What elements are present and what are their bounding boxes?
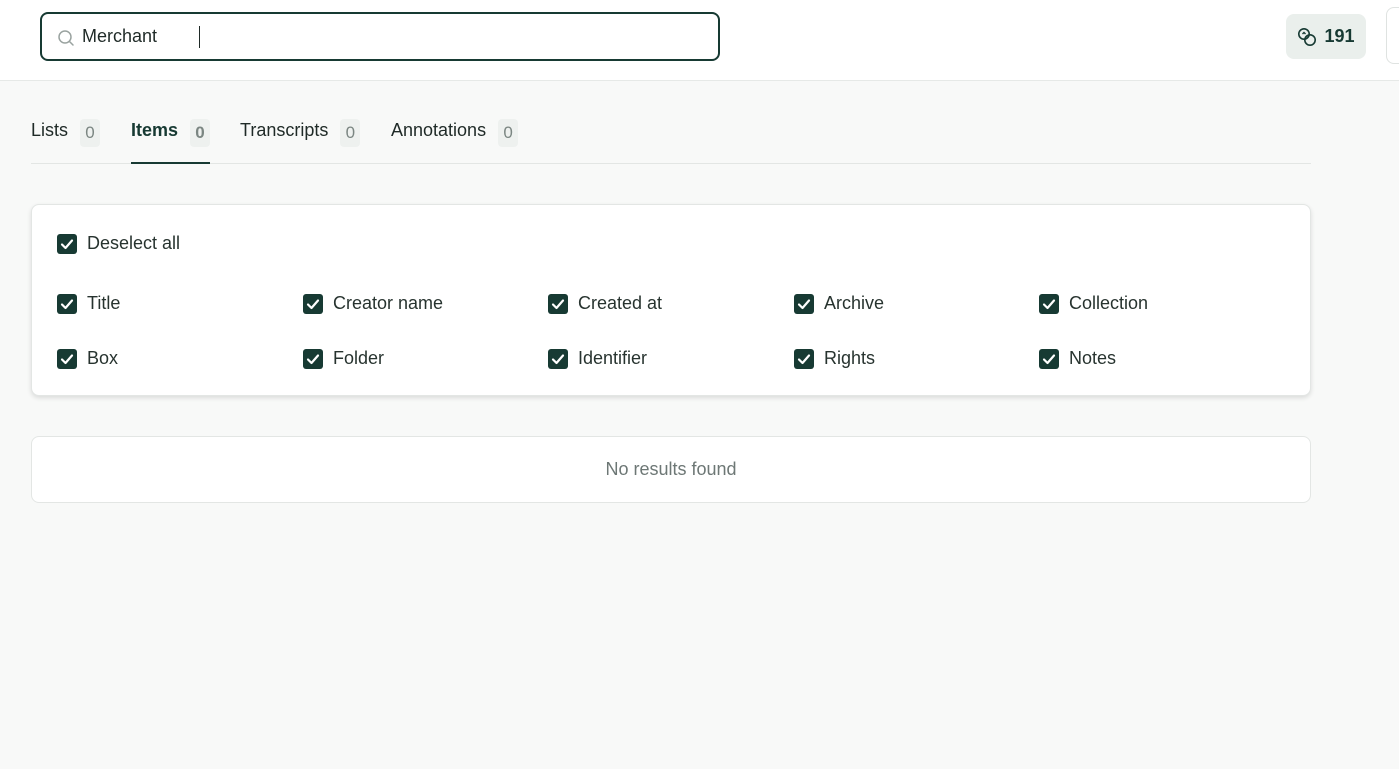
tab-label: Annotations [391,120,487,140]
credits-badge[interactable]: 191 [1286,14,1366,59]
checkbox-checked-icon [57,233,77,254]
search-box[interactable] [40,12,720,61]
tab-transcripts[interactable]: Transcripts 0 [240,100,361,163]
field-checkbox-collection[interactable]: Collection [1039,293,1148,314]
checkbox-label: Collection [1069,293,1149,313]
search-input[interactable] [82,14,702,59]
checkbox-checked-icon [57,293,77,314]
tab-items[interactable]: Items 0 [131,100,211,164]
checkbox-label: Identifier [578,348,648,368]
checkbox-label: Folder [333,348,385,368]
field-checkbox-created-at[interactable]: Created at [548,293,662,314]
field-checkbox-creator-name[interactable]: Creator name [303,293,443,314]
tab-count: 0 [340,118,361,147]
checkbox-label: Notes [1069,348,1117,368]
deselect-all-checkbox[interactable]: Deselect all [57,233,180,254]
search-icon [58,30,74,46]
checkbox-checked-icon [303,348,323,369]
checkbox-checked-icon [548,293,568,314]
field-checkbox-archive[interactable]: Archive [794,293,884,314]
checkbox-label: Creator name [333,293,444,313]
checkbox-label: Rights [824,348,876,368]
field-checkbox-rights[interactable]: Rights [794,348,875,369]
text-caret [199,26,200,48]
account-button[interactable] [1386,7,1399,64]
checkbox-label: Title [87,293,121,313]
results-panel: No results found [31,436,1311,503]
credits-count: 191 [1324,26,1355,46]
field-checkbox-title[interactable]: Title [57,293,120,314]
checkbox-label: Box [87,348,119,368]
checkbox-checked-icon [548,348,568,369]
checkbox-checked-icon [57,348,77,369]
tab-label: Lists [31,120,69,140]
tab-lists[interactable]: Lists 0 [31,100,101,163]
tab-count: 0 [190,118,211,147]
field-filter-panel: Deselect all Title Creator name Created … [31,204,1311,396]
checkbox-label: Deselect all [87,233,181,253]
checkbox-checked-icon [794,348,814,369]
tab-count: 0 [80,118,101,147]
field-checkbox-box[interactable]: Box [57,348,118,369]
checkbox-checked-icon [794,293,814,314]
checkbox-checked-icon [1039,293,1059,314]
empty-results-message: No results found [605,459,737,479]
top-bar: 191 [0,0,1399,81]
checkbox-checked-icon [1039,348,1059,369]
tab-label: Transcripts [240,120,329,140]
coins-icon [1298,27,1317,46]
checkbox-label: Archive [824,293,885,313]
field-checkbox-folder[interactable]: Folder [303,348,384,369]
tab-annotations[interactable]: Annotations 0 [391,100,519,163]
field-checkbox-notes[interactable]: Notes [1039,348,1116,369]
checkbox-label: Created at [578,293,663,313]
field-checkbox-identifier[interactable]: Identifier [548,348,647,369]
checkbox-checked-icon [303,293,323,314]
result-tabs: Lists 0 Items 0 Transcripts 0 Annotation… [31,100,1311,164]
tab-count: 0 [498,118,519,147]
tab-label: Items [131,120,179,140]
